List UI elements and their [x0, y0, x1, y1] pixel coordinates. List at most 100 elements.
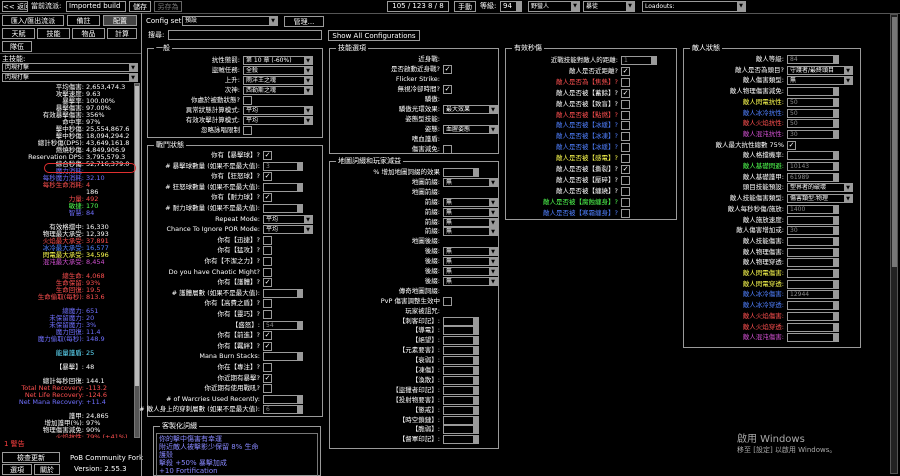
- option-select[interactable]: 血腥姿態 ▼: [443, 125, 498, 134]
- number-stepper[interactable]: [833, 290, 839, 300]
- number-stepper[interactable]: [833, 215, 839, 225]
- number-stepper[interactable]: [297, 182, 303, 192]
- config-scrollbar[interactable]: [890, 14, 898, 474]
- number-stepper[interactable]: [473, 385, 479, 395]
- option-select[interactable]: 平均 ▼: [263, 225, 313, 235]
- option-checkbox[interactable]: [263, 310, 272, 319]
- option-select[interactable]: 守護者/最終頭目 ▼: [787, 65, 853, 75]
- option-select[interactable]: 傷害類型:物理 ▼: [787, 194, 853, 204]
- option-checkbox[interactable]: [621, 132, 630, 142]
- loadouts-select[interactable]: Loadouts: ▼: [642, 1, 746, 12]
- option-select[interactable]: 無 ▼: [443, 227, 498, 237]
- option-number-input[interactable]: [787, 236, 839, 246]
- number-stepper[interactable]: [473, 356, 479, 366]
- number-stepper[interactable]: [473, 415, 479, 425]
- option-number-input[interactable]: [787, 279, 839, 289]
- option-checkbox[interactable]: [621, 77, 630, 87]
- option-number-input[interactable]: 30: [787, 129, 839, 139]
- option-select[interactable]: 西勒斯之魂 ▼: [243, 86, 313, 95]
- option-select[interactable]: 無 ▼: [443, 177, 498, 187]
- number-stepper[interactable]: [297, 204, 303, 213]
- number-stepper[interactable]: [473, 346, 479, 356]
- option-checkbox[interactable]: [621, 121, 630, 131]
- option-select[interactable]: 無 ▼: [443, 207, 498, 217]
- option-select[interactable]: 無 ▼: [443, 217, 498, 227]
- number-stepper[interactable]: [833, 97, 839, 107]
- option-checkbox[interactable]: [243, 126, 252, 135]
- option-checkbox[interactable]: ✓: [263, 341, 272, 351]
- number-stepper[interactable]: [297, 161, 303, 171]
- options-button[interactable]: 選項: [2, 464, 32, 475]
- number-stepper[interactable]: [833, 258, 839, 268]
- option-checkbox[interactable]: ✓: [263, 373, 272, 383]
- option-select[interactable]: 無 ▼: [443, 267, 498, 276]
- number-stepper[interactable]: [473, 435, 479, 445]
- number-stepper[interactable]: [833, 322, 839, 332]
- warning-text[interactable]: 1 警告: [4, 440, 25, 448]
- number-stepper[interactable]: [833, 236, 839, 246]
- number-stepper[interactable]: [473, 168, 479, 177]
- option-checkbox[interactable]: [621, 197, 630, 207]
- option-checkbox[interactable]: ✓: [263, 172, 272, 182]
- option-number-input[interactable]: 30: [787, 226, 839, 236]
- option-checkbox[interactable]: [263, 246, 272, 256]
- option-number-input[interactable]: [787, 322, 839, 332]
- option-number-input[interactable]: [787, 333, 839, 343]
- option-checkbox[interactable]: [621, 99, 630, 109]
- number-stepper[interactable]: [297, 405, 303, 415]
- option-checkbox[interactable]: [443, 296, 452, 306]
- option-number-input[interactable]: [787, 258, 839, 268]
- save-as-button[interactable]: 另存為: [154, 1, 182, 12]
- option-select[interactable]: 第 10 章 (-60%) ▼: [243, 56, 313, 65]
- number-stepper[interactable]: [473, 395, 479, 405]
- option-select[interactable]: 無 ▼: [443, 197, 498, 207]
- option-checkbox[interactable]: [621, 154, 630, 164]
- option-checkbox[interactable]: [263, 235, 272, 245]
- number-stepper[interactable]: [297, 394, 303, 404]
- option-select[interactable]: 平均 ▼: [243, 106, 313, 115]
- skill-part-select[interactable]: 閃現打擊 ▼: [2, 73, 138, 82]
- number-stepper[interactable]: [833, 55, 839, 64]
- search-input[interactable]: [168, 30, 322, 40]
- manage-button[interactable]: 管理...: [284, 16, 324, 27]
- option-checkbox[interactable]: ✓: [263, 151, 272, 160]
- main-skill-select[interactable]: 閃現打擊 ▼: [2, 63, 138, 72]
- number-stepper[interactable]: [473, 336, 479, 346]
- option-select[interactable]: 無 ▼: [443, 257, 498, 267]
- tab-items[interactable]: 物品: [72, 28, 105, 39]
- option-checkbox[interactable]: ✓: [443, 85, 452, 94]
- option-checkbox[interactable]: [621, 186, 630, 196]
- option-select[interactable]: 塑界者的破壞 ▼: [787, 183, 853, 193]
- number-stepper[interactable]: [833, 129, 839, 139]
- class-select[interactable]: 野蠻人 ▼: [528, 1, 580, 12]
- config-set-select[interactable]: 預設 ▼: [182, 16, 278, 26]
- number-stepper[interactable]: [833, 119, 839, 129]
- option-select[interactable]: 平均 ▼: [243, 116, 313, 125]
- option-select[interactable]: 無 ▼: [443, 247, 498, 257]
- option-number-input[interactable]: 50: [787, 108, 839, 118]
- level-stepper[interactable]: [516, 2, 522, 11]
- number-stepper[interactable]: [833, 172, 839, 182]
- option-checkbox[interactable]: ✓: [621, 66, 630, 76]
- option-select[interactable]: 最大效果 ▼: [443, 105, 498, 114]
- number-stepper[interactable]: [833, 151, 839, 161]
- option-checkbox[interactable]: [621, 208, 630, 218]
- number-stepper[interactable]: [833, 226, 839, 236]
- number-stepper[interactable]: [833, 247, 839, 257]
- option-checkbox[interactable]: [263, 384, 272, 394]
- tab-notes[interactable]: 備註: [67, 15, 100, 26]
- option-number-input[interactable]: 1400: [787, 204, 839, 214]
- option-checkbox[interactable]: ✓: [787, 140, 796, 150]
- option-number-input[interactable]: [787, 215, 839, 225]
- number-stepper[interactable]: [473, 316, 479, 326]
- stats-scrollbar[interactable]: [134, 83, 140, 438]
- number-stepper[interactable]: [473, 405, 479, 415]
- option-number-input[interactable]: 10143: [787, 162, 839, 171]
- back-button[interactable]: << 返回: [2, 1, 28, 12]
- option-checkbox[interactable]: ✓: [443, 65, 452, 74]
- option-checkbox[interactable]: [243, 96, 252, 105]
- option-number-input[interactable]: [787, 311, 839, 321]
- number-stepper[interactable]: [297, 320, 303, 330]
- number-stepper[interactable]: [833, 162, 839, 171]
- option-checkbox[interactable]: [621, 175, 630, 185]
